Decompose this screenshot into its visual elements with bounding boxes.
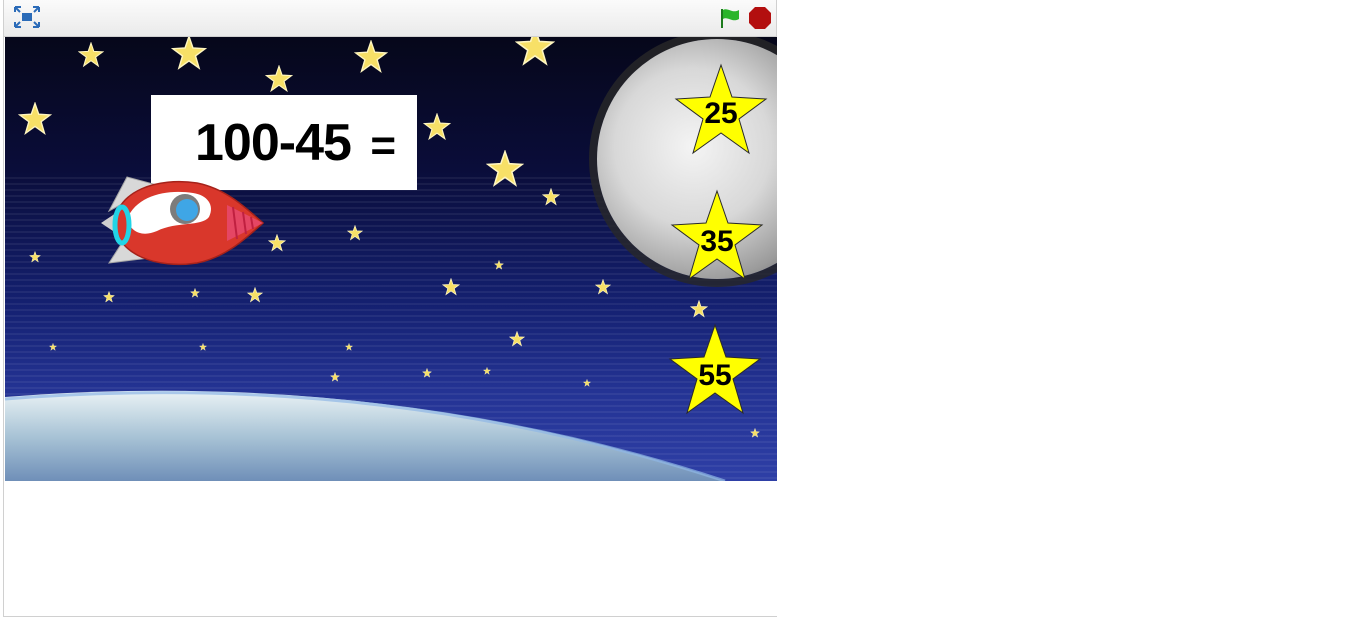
background-star-icon xyxy=(345,343,353,351)
player-footer xyxy=(5,481,777,616)
stop-icon[interactable] xyxy=(748,6,772,30)
player-toolbar xyxy=(4,0,776,37)
answer-star-2[interactable]: 35 xyxy=(667,187,767,287)
background-star-icon xyxy=(190,288,200,298)
background-star-icon xyxy=(78,42,104,68)
background-star-icon xyxy=(509,331,525,347)
background-star-icon xyxy=(542,188,560,206)
background-star-icon xyxy=(199,343,207,351)
question-text: 100-45 = xyxy=(195,113,396,173)
background-star-icon xyxy=(583,379,591,387)
background-star-icon xyxy=(494,260,504,270)
background-star-icon xyxy=(515,37,555,66)
background-star-icon xyxy=(103,291,115,303)
background-star-icon xyxy=(49,343,57,351)
answer-star-1[interactable]: 25 xyxy=(671,61,771,161)
question-equals: = xyxy=(370,121,396,170)
background-star-icon xyxy=(595,279,611,295)
background-star-icon xyxy=(268,234,286,252)
background-star-icon xyxy=(18,102,52,135)
background-star-icon xyxy=(265,65,293,93)
background-star-icon xyxy=(347,225,363,241)
background-star-icon xyxy=(171,37,207,70)
background-star-icon xyxy=(330,372,340,382)
scratch-player: 100-45 = 25 35 55 xyxy=(3,0,777,617)
fullscreen-icon[interactable] xyxy=(14,6,40,28)
background-star-icon xyxy=(690,300,708,318)
background-star-icon xyxy=(247,287,263,303)
answer-label-3: 55 xyxy=(698,359,732,392)
answer-star-3[interactable]: 55 xyxy=(665,321,765,421)
background-star-icon xyxy=(483,367,491,375)
background-star-icon xyxy=(750,428,760,438)
game-stage[interactable]: 100-45 = 25 35 55 xyxy=(5,37,777,481)
question-expression: 100-45 xyxy=(195,114,352,172)
background-star-icon xyxy=(442,278,460,296)
background-star-icon xyxy=(29,251,41,263)
answer-label-1: 25 xyxy=(704,97,738,130)
background-star-icon xyxy=(354,40,388,73)
background-star-icon xyxy=(486,150,524,187)
green-flag-icon[interactable] xyxy=(718,7,742,29)
answer-label-2: 35 xyxy=(700,225,734,258)
background-star-icon xyxy=(422,368,432,378)
background-star-icon xyxy=(423,113,451,141)
rocket-sprite[interactable] xyxy=(97,171,267,271)
